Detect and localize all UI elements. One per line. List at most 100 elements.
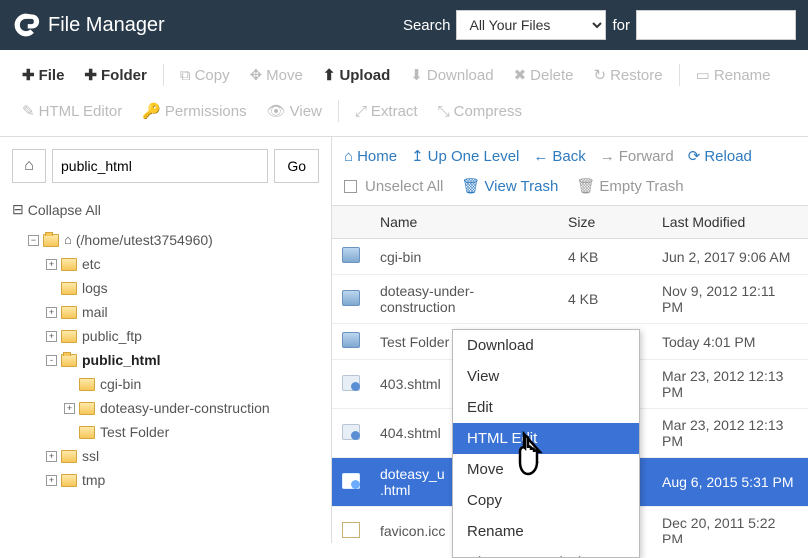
file-modified: Nov 9, 2012 12:11 PM [652, 275, 808, 323]
nav-forward[interactable]: →Forward [600, 148, 674, 165]
expander-icon[interactable]: + [64, 403, 75, 414]
upload-icon: ⬆ [323, 66, 336, 84]
expander-icon[interactable]: + [46, 259, 57, 270]
expander-icon[interactable]: + [46, 451, 57, 462]
context-menu-item[interactable]: Download [453, 330, 639, 361]
plus-icon: ✚ [84, 66, 97, 84]
home-icon: ⌂ [24, 157, 34, 175]
file-modified: Aug 6, 2015 5:31 PM [652, 466, 808, 498]
tree-item[interactable]: Test Folder [12, 420, 319, 444]
context-menu: DownloadViewEditHTML EditMoveCopyRenameC… [452, 329, 640, 558]
move-icon: ✥ [250, 66, 263, 84]
folder-icon [61, 306, 77, 319]
context-menu-item[interactable]: Change Permissions [453, 547, 639, 557]
tree-item-label: mail [82, 301, 108, 323]
folder-icon [61, 282, 77, 295]
download-button[interactable]: ⬇Download [400, 60, 503, 90]
restore-button[interactable]: ↻Restore [584, 60, 673, 90]
folder-icon [61, 258, 77, 271]
search-scope-select[interactable]: All Your Files [456, 10, 606, 40]
col-size[interactable]: Size [558, 206, 652, 238]
tree-item[interactable]: +etc [12, 252, 319, 276]
go-button[interactable]: Go [274, 149, 319, 183]
context-menu-item[interactable]: View [453, 361, 639, 392]
context-menu-item[interactable]: HTML Edit [453, 423, 639, 454]
upload-button[interactable]: ⬆Upload [313, 60, 400, 90]
html-editor-button[interactable]: ✎HTML Editor [12, 96, 132, 126]
nav-reload[interactable]: ⟳Reload [688, 147, 752, 165]
tree-item[interactable]: + tmp [12, 468, 319, 492]
new-folder-button[interactable]: ✚Folder [74, 60, 156, 90]
extract-button[interactable]: ⤢Extract [345, 97, 428, 126]
tree-item-label: tmp [82, 469, 105, 491]
nav-up[interactable]: ↥Up One Level [411, 147, 519, 165]
nav-home[interactable]: ⌂Home [344, 148, 397, 165]
tree-item[interactable]: + doteasy-under-construction [12, 396, 319, 420]
tree-item[interactable]: logs [12, 276, 319, 300]
eye-icon: 👁 [267, 102, 286, 120]
file-modified: Today 4:01 PM [652, 326, 808, 358]
table-row[interactable]: doteasy-under-construction4 KBNov 9, 201… [332, 275, 808, 324]
tree-item-label: doteasy-under-construction [100, 397, 270, 419]
for-label: for [612, 17, 630, 34]
up-icon: ↥ [411, 147, 424, 165]
search-input[interactable] [636, 10, 796, 40]
expander-icon[interactable]: + [46, 475, 57, 486]
tree-item[interactable]: -public_html [12, 348, 319, 372]
tree-item[interactable]: cgi-bin [12, 372, 319, 396]
html-icon [342, 424, 360, 440]
html-icon [342, 473, 360, 489]
empty-trash[interactable]: 🗑Empty Trash [576, 177, 683, 195]
context-menu-item[interactable]: Copy [453, 485, 639, 516]
expander-icon[interactable]: - [46, 355, 57, 366]
compress-button[interactable]: ⤡Compress [428, 97, 532, 126]
rename-button[interactable]: ▭Rename [686, 60, 781, 90]
folder-icon [61, 330, 77, 343]
tree-item[interactable]: +public_ftp [12, 324, 319, 348]
col-name[interactable]: Name [370, 206, 558, 238]
rename-icon: ▭ [696, 66, 710, 84]
nav-back[interactable]: ←Back [533, 148, 585, 165]
folder-icon [342, 247, 360, 263]
expander-icon[interactable]: + [46, 331, 57, 342]
permissions-button[interactable]: 🔑Permissions [132, 96, 256, 126]
folder-icon [61, 450, 77, 463]
tree-root[interactable]: − ⌂ (/home/utest3754960) [12, 228, 319, 252]
tree-item-label: Test Folder [100, 421, 169, 443]
expander-icon [64, 379, 75, 390]
path-input[interactable] [52, 149, 268, 183]
delete-button[interactable]: ✖Delete [504, 60, 584, 90]
folder-icon [61, 474, 77, 487]
table-row[interactable]: cgi-bin4 KBJun 2, 2017 9:06 AM [332, 239, 808, 275]
context-menu-item[interactable]: Move [453, 454, 639, 485]
collapse-all-button[interactable]: ⊟ Collapse All [12, 201, 101, 218]
copy-button[interactable]: ⧉Copy [170, 61, 240, 90]
left-panel: ⌂ Go ⊟ Collapse All − ⌂ (/home/utest3754… [0, 137, 332, 543]
expander-icon[interactable]: + [46, 307, 57, 318]
file-navbar: ⌂Home ↥Up One Level ←Back →Forward ⟳Relo… [332, 137, 808, 171]
unselect-all[interactable]: Unselect All [344, 178, 443, 195]
file-name: cgi-bin [370, 241, 558, 273]
home-button[interactable]: ⌂ [12, 149, 46, 183]
expander-icon[interactable]: − [28, 235, 39, 246]
file-modified: Mar 23, 2012 12:13 PM [652, 409, 808, 457]
tree-tools: ⊟ Collapse All [0, 195, 331, 228]
back-icon: ← [533, 148, 548, 165]
move-button[interactable]: ✥Move [240, 60, 313, 90]
context-menu-item[interactable]: Edit [453, 392, 639, 423]
context-menu-item[interactable]: Rename [453, 516, 639, 547]
tree-item[interactable]: +ssl [12, 444, 319, 468]
separator [679, 64, 680, 86]
tree-item[interactable]: + mail [12, 300, 319, 324]
view-button[interactable]: 👁View [257, 96, 332, 126]
view-trash[interactable]: 🗑View Trash [461, 177, 558, 195]
folder-icon [79, 378, 95, 391]
col-modified[interactable]: Last Modified [652, 206, 808, 238]
checkbox-icon [344, 180, 357, 193]
reload-icon: ⟳ [688, 147, 701, 165]
new-file-button[interactable]: ✚File [12, 60, 74, 90]
file-modified: Mar 23, 2012 12:13 PM [652, 360, 808, 408]
forward-icon: → [600, 148, 615, 165]
tree-item-label: logs [82, 277, 108, 299]
table-header: Name Size Last Modified [332, 206, 808, 239]
